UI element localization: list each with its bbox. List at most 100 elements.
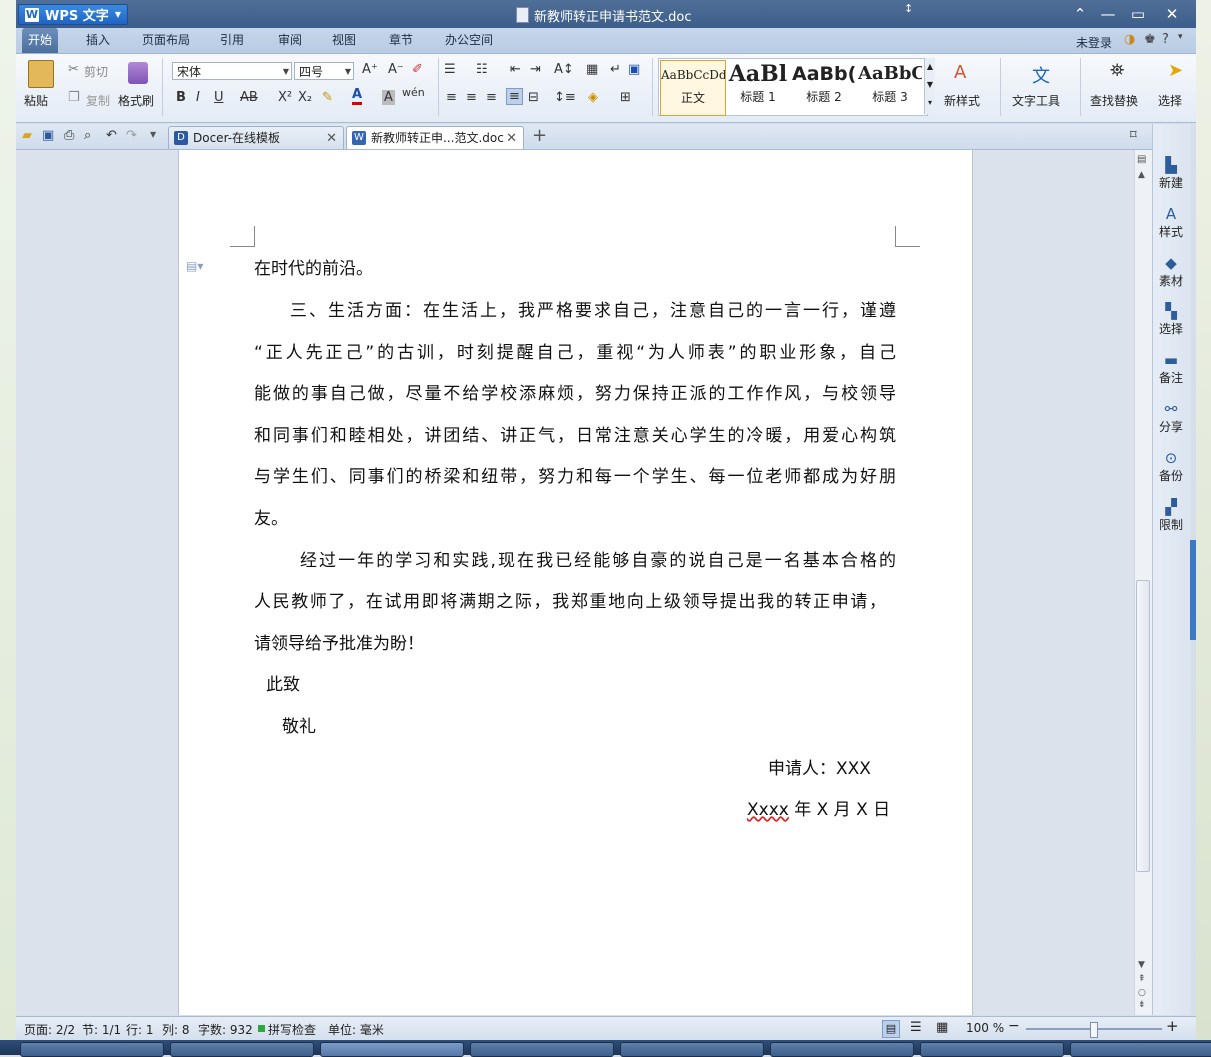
strikethrough-icon[interactable]: AB: [240, 90, 258, 105]
help-icon[interactable]: ?: [1162, 32, 1169, 47]
scroll-up-arrow-icon[interactable]: ▲: [1138, 170, 1145, 180]
paragraph-handle-icon[interactable]: ▤▾: [186, 259, 203, 273]
status-word-count[interactable]: 字数: 932: [198, 1021, 253, 1038]
line-spacing-icon[interactable]: ↕≡: [554, 90, 576, 105]
taskpane-toggle[interactable]: [1190, 540, 1196, 640]
tab-document[interactable]: W 新教师转正申...范文.doc ✕: [346, 126, 524, 149]
close-button[interactable]: ✕: [1158, 4, 1186, 24]
binoculars-icon[interactable]: ⛯: [1110, 60, 1124, 81]
superscript-icon[interactable]: X²: [278, 90, 292, 105]
zoom-level[interactable]: 100 %: [966, 1021, 1004, 1035]
numbered-list-icon[interactable]: ☷: [476, 62, 488, 77]
menu-references[interactable]: 引用: [214, 28, 250, 53]
brush-icon[interactable]: [128, 62, 148, 84]
decrease-indent-icon[interactable]: ⇤: [510, 62, 521, 77]
menu-insert[interactable]: 插入: [80, 28, 116, 53]
copy-button[interactable]: 复制: [86, 92, 110, 109]
distribute-icon[interactable]: ⊟: [528, 90, 539, 105]
paste-button[interactable]: 粘贴: [24, 92, 48, 109]
borders-icon[interactable]: ⊞: [620, 90, 631, 105]
style-normal[interactable]: AaBbCcDd 正文: [660, 60, 726, 116]
find-replace-button[interactable]: 查找替换: [1090, 92, 1138, 109]
copy-icon[interactable]: ❐: [68, 90, 80, 105]
align-left-icon[interactable]: ≡: [446, 90, 457, 105]
style-heading-1[interactable]: AaBl 标题 1: [726, 60, 790, 114]
scroll-thumb[interactable]: [1136, 580, 1150, 872]
web-view-icon[interactable]: ▦: [936, 1020, 948, 1035]
style-gallery-scroll[interactable]: ▲ ▼ ▾: [924, 58, 935, 114]
taskpane-select[interactable]: ▚ 选择: [1152, 302, 1190, 337]
new-style-icon[interactable]: A: [954, 62, 966, 83]
select-button[interactable]: 选择: [1158, 92, 1182, 109]
font-size-select[interactable]: 四号 ▼: [294, 62, 354, 80]
print-preview-icon[interactable]: ⌕: [84, 128, 91, 143]
italic-icon[interactable]: I: [196, 90, 200, 105]
shirt-icon[interactable]: ♚: [1144, 32, 1156, 47]
tab-docer[interactable]: D Docer-在线模板 ✕: [168, 126, 344, 149]
tab-menu-icon[interactable]: ⌑: [1130, 128, 1137, 143]
cut-button[interactable]: 剪切: [84, 63, 108, 80]
text-box-icon[interactable]: ▣: [628, 62, 640, 77]
subscript-icon[interactable]: X₂: [298, 90, 312, 105]
char-shading-icon[interactable]: A: [382, 90, 395, 105]
phonetic-icon[interactable]: wén: [402, 86, 425, 99]
zoom-slider-thumb[interactable]: [1090, 1022, 1098, 1038]
align-right-icon[interactable]: ≡: [486, 90, 497, 105]
next-page-icon[interactable]: ⇟: [1138, 1000, 1146, 1010]
shrink-font-icon[interactable]: A⁻: [388, 62, 404, 77]
increase-indent-icon[interactable]: ⇥: [530, 62, 541, 77]
minimize-button[interactable]: —: [1094, 4, 1122, 24]
save-icon[interactable]: ▣: [42, 128, 54, 143]
menu-office-space[interactable]: 办公空间: [439, 28, 499, 53]
print-icon[interactable]: ⎙: [64, 128, 74, 143]
style-heading-2[interactable]: AaBb( 标题 2: [792, 60, 856, 114]
text-tools-icon[interactable]: 文: [1032, 62, 1050, 88]
menu-layout[interactable]: 页面布局: [136, 28, 196, 53]
page-view-icon[interactable]: ▤: [882, 1020, 900, 1038]
status-spell-check[interactable]: 拼写检查: [268, 1021, 316, 1038]
menu-view[interactable]: 视图: [326, 28, 362, 53]
menu-review[interactable]: 审阅: [272, 28, 308, 53]
select-pointer-icon[interactable]: ➤: [1168, 60, 1183, 81]
taskpane-new[interactable]: ▙ 新建: [1152, 156, 1190, 191]
grow-font-icon[interactable]: A⁺: [362, 62, 378, 77]
status-page[interactable]: 页面: 2/2: [24, 1021, 75, 1038]
outline-view-icon[interactable]: ☰: [910, 1020, 922, 1035]
bold-icon[interactable]: B: [176, 90, 186, 105]
taskpane-comment[interactable]: ▬ 备注: [1152, 351, 1190, 386]
table-icon[interactable]: ▦: [586, 62, 598, 77]
undo-icon[interactable]: ↶: [106, 128, 117, 143]
new-style-button[interactable]: 新样式: [944, 92, 980, 109]
zoom-in-button[interactable]: +: [1166, 1017, 1179, 1035]
app-menu-button[interactable]: W WPS 文字 ▼: [18, 4, 128, 25]
align-center-icon[interactable]: ≡: [466, 90, 477, 105]
redo-icon[interactable]: ↷: [126, 128, 137, 143]
close-icon[interactable]: ✕: [506, 127, 517, 150]
paste-icon[interactable]: [28, 60, 54, 88]
select-browse-object-icon[interactable]: ○: [1138, 988, 1146, 998]
skin-icon[interactable]: ◑: [1124, 32, 1135, 47]
format-painter-button[interactable]: 格式刷: [118, 92, 154, 109]
taskpane-style[interactable]: A 样式: [1152, 205, 1190, 240]
scroll-down-arrow-icon[interactable]: ▼: [1138, 960, 1145, 970]
zoom-slider[interactable]: [1026, 1022, 1162, 1038]
text-direction-icon[interactable]: A↕: [554, 62, 574, 77]
login-link[interactable]: 未登录: [1076, 34, 1112, 51]
chevron-down-icon[interactable]: ▼: [150, 130, 156, 139]
justify-icon[interactable]: ≡: [506, 88, 523, 105]
document-page[interactable]: [178, 150, 973, 1015]
scissors-icon[interactable]: ✂: [68, 62, 79, 77]
taskpane-restrict[interactable]: ▞ 限制: [1152, 498, 1190, 533]
bullet-list-icon[interactable]: ☰: [444, 62, 456, 77]
paragraph-shading-icon[interactable]: ◈: [588, 90, 598, 105]
style-heading-3[interactable]: AaBbC 标题 3: [858, 60, 922, 114]
close-icon[interactable]: ✕: [326, 127, 337, 150]
taskpane-material[interactable]: ◆ 素材: [1152, 254, 1190, 289]
new-tab-button[interactable]: +: [532, 125, 547, 146]
prev-page-icon[interactable]: ⇞: [1138, 974, 1146, 984]
text-tools-button[interactable]: 文字工具: [1012, 92, 1060, 109]
menu-home[interactable]: 开始: [22, 28, 59, 53]
underline-icon[interactable]: U: [214, 90, 224, 105]
font-name-select[interactable]: 宋体 ▼: [172, 62, 292, 80]
clear-format-icon[interactable]: ✐: [412, 62, 423, 77]
